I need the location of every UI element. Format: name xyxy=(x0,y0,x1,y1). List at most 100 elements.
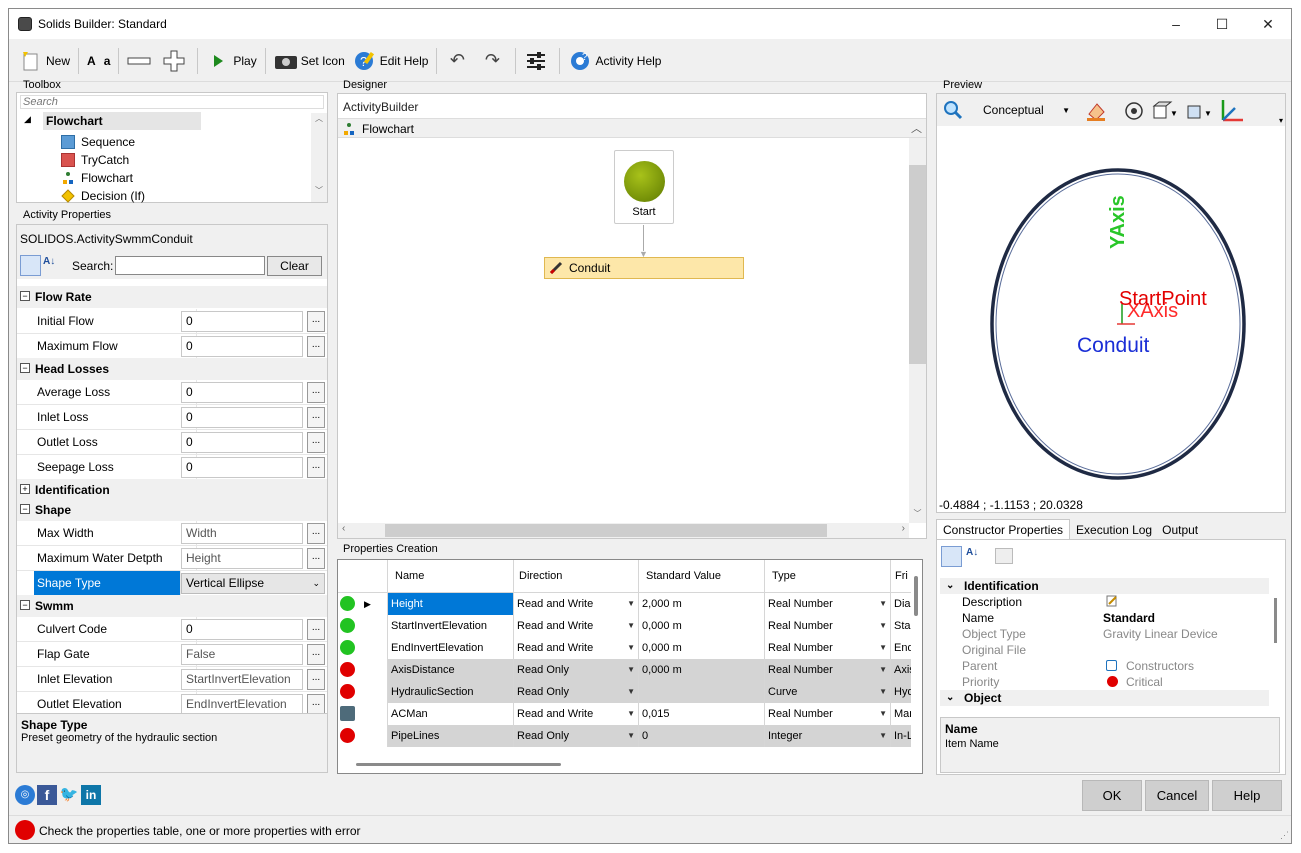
culvert-code-input[interactable]: 0 xyxy=(181,619,303,640)
grid-hscrollbar[interactable] xyxy=(356,763,561,766)
type-cell[interactable]: Curve ▼ xyxy=(765,681,891,703)
zoom-magnifier-icon[interactable] xyxy=(943,100,963,123)
col-name[interactable]: Name xyxy=(388,560,514,593)
category-identification[interactable]: + Identification xyxy=(17,479,327,501)
designer-vscrollbar[interactable]: ﹀ xyxy=(909,138,926,523)
col-type[interactable]: Type xyxy=(765,560,891,593)
value-cell[interactable]: 0,000 m xyxy=(639,615,765,637)
toolbox-scrollbar[interactable]: ︿ ﹀ xyxy=(311,113,327,202)
type-cell[interactable]: Real Number ▼ xyxy=(765,703,891,725)
value-cell[interactable]: 0,015 xyxy=(639,703,765,725)
value-cell[interactable] xyxy=(639,681,765,703)
maximum-water-depth-input[interactable]: Height xyxy=(181,548,303,569)
seepage-loss-input[interactable]: 0 xyxy=(181,457,303,478)
alphabetical-sort-icon[interactable]: A↓ xyxy=(43,256,55,267)
ellipsis-button[interactable]: ... xyxy=(307,669,325,690)
categorized-view-icon[interactable] xyxy=(20,255,41,276)
category-identification[interactable]: ⌄ Identification xyxy=(940,578,1270,594)
ellipsis-button[interactable]: ... xyxy=(307,407,325,428)
conduit-node[interactable]: Conduit xyxy=(544,257,744,279)
direction-cell[interactable]: Read and Write ▼ xyxy=(514,703,639,725)
grid-vscrollbar[interactable] xyxy=(911,572,922,772)
ellipsis-button[interactable]: ... xyxy=(307,694,325,715)
redo-button[interactable]: ↷ xyxy=(476,46,511,76)
initial-flow-input[interactable]: 0 xyxy=(181,311,303,332)
toolbox-root-flowchart[interactable]: Flowchart xyxy=(43,112,201,130)
ellipsis-button[interactable]: ... xyxy=(307,311,325,332)
type-cell[interactable]: Real Number ▼ xyxy=(765,659,891,681)
direction-cell[interactable]: Read and Write ▼ xyxy=(514,637,639,659)
facebook-icon[interactable]: f xyxy=(37,785,57,805)
outlet-elevation-input[interactable]: EndInvertElevation xyxy=(181,694,303,715)
direction-cell[interactable]: Read and Write ▼ xyxy=(514,615,639,637)
add-button[interactable] xyxy=(158,46,193,76)
edit-help-button[interactable]: ? Edit Help xyxy=(349,46,433,76)
toolbox-item-decision[interactable]: Decision (If) xyxy=(61,187,145,205)
close-button[interactable]: ✕ xyxy=(1245,9,1291,39)
flap-gate-input[interactable]: False xyxy=(181,644,303,665)
cancel-button[interactable]: Cancel xyxy=(1145,780,1209,811)
outlet-loss-input[interactable]: 0 xyxy=(181,432,303,453)
name-cell[interactable]: HydraulicSection xyxy=(388,681,514,703)
value-cell[interactable]: 0,000 m xyxy=(639,637,765,659)
ellipsis-button[interactable]: ... xyxy=(307,382,325,403)
projection-icon[interactable]: ▼ xyxy=(1185,100,1212,125)
category-shape[interactable]: − Shape xyxy=(17,499,327,521)
direction-cell[interactable]: Read Only ▼ xyxy=(514,725,639,747)
average-loss-input[interactable]: 0 xyxy=(181,382,303,403)
table-row[interactable]: PipeLines Read Only ▼ 0 Integer ▼ In-L xyxy=(338,725,922,747)
undo-button[interactable]: ↶ xyxy=(441,46,476,76)
view-cube-icon[interactable]: ▼ xyxy=(1151,100,1178,125)
type-cell[interactable]: Integer ▼ xyxy=(765,725,891,747)
type-cell[interactable]: Real Number ▼ xyxy=(765,615,891,637)
designer-breadcrumb[interactable]: ActivityBuilder xyxy=(343,100,418,114)
max-width-input[interactable]: Width xyxy=(181,523,303,544)
property-pages-icon[interactable] xyxy=(995,548,1013,564)
category-flow-rate[interactable]: − Flow Rate xyxy=(17,286,327,308)
toolbox-item-sequence[interactable]: Sequence xyxy=(61,133,135,151)
direction-cell[interactable]: Read Only ▼ xyxy=(514,681,639,703)
website-icon[interactable]: ◎ xyxy=(15,785,35,805)
collapse-triangle-icon[interactable]: ◢ xyxy=(24,114,31,125)
type-cell[interactable]: Real Number ▼ xyxy=(765,593,891,615)
ellipsis-button[interactable]: ... xyxy=(307,336,325,357)
property-search-input[interactable] xyxy=(115,256,265,275)
col-standard-value[interactable]: Standard Value xyxy=(639,560,765,593)
toolbar-overflow-icon[interactable]: ▾ xyxy=(1279,116,1283,125)
minimize-button[interactable]: – xyxy=(1153,9,1199,39)
paint-bucket-icon[interactable] xyxy=(1085,100,1107,125)
table-row[interactable]: StartInvertElevation Read and Write ▼ 0,000… xyxy=(338,615,922,637)
name-cell[interactable]: AxisDistance xyxy=(388,659,514,681)
start-node[interactable]: Start xyxy=(614,150,674,224)
help-button[interactable]: Help xyxy=(1212,780,1282,811)
twitter-icon[interactable]: 🐦 xyxy=(59,785,79,805)
resize-grip-icon[interactable]: ⋰ xyxy=(1280,830,1289,841)
visual-style-dropdown[interactable]: Conceptual ▼ xyxy=(973,101,1073,120)
set-icon-button[interactable]: Set Icon xyxy=(270,46,349,76)
table-row[interactable]: HydraulicSection Read Only ▼ Curve ▼ Hyd xyxy=(338,681,922,703)
ellipsis-button[interactable]: ... xyxy=(307,457,325,478)
toolbox-item-trycatch[interactable]: TryCatch xyxy=(61,151,129,169)
edit-document-icon[interactable] xyxy=(1106,595,1118,611)
ellipsis-button[interactable]: ... xyxy=(307,644,325,665)
remove-button[interactable] xyxy=(123,46,158,76)
play-button[interactable]: Play xyxy=(202,46,260,76)
constructor-scrollbar[interactable] xyxy=(1269,578,1283,713)
settings-sliders-button[interactable] xyxy=(520,46,555,76)
name-cell[interactable]: Height xyxy=(388,593,514,615)
new-button[interactable]: New xyxy=(15,46,74,76)
inlet-loss-input[interactable]: 0 xyxy=(181,407,303,428)
category-object[interactable]: ⌄ Object xyxy=(940,690,1270,706)
value-cell[interactable]: 0,000 m xyxy=(639,659,765,681)
uppercase-button[interactable]: A xyxy=(83,46,100,76)
tab-output[interactable]: Output xyxy=(1158,519,1202,539)
table-row[interactable]: AxisDistance Read Only ▼ 0,000 m Real Number… xyxy=(338,659,922,681)
direction-cell[interactable]: Read and Write ▼ xyxy=(514,593,639,615)
col-direction[interactable]: Direction xyxy=(514,560,639,593)
toolbox-item-flowchart[interactable]: Flowchart xyxy=(61,169,133,187)
toolbox-search-input[interactable]: Search xyxy=(20,95,324,109)
name-cell[interactable]: StartInvertElevation xyxy=(388,615,514,637)
ellipsis-button[interactable]: ... xyxy=(307,619,325,640)
value-cell[interactable]: 2,000 m xyxy=(639,593,765,615)
name-cell[interactable]: EndInvertElevation xyxy=(388,637,514,659)
